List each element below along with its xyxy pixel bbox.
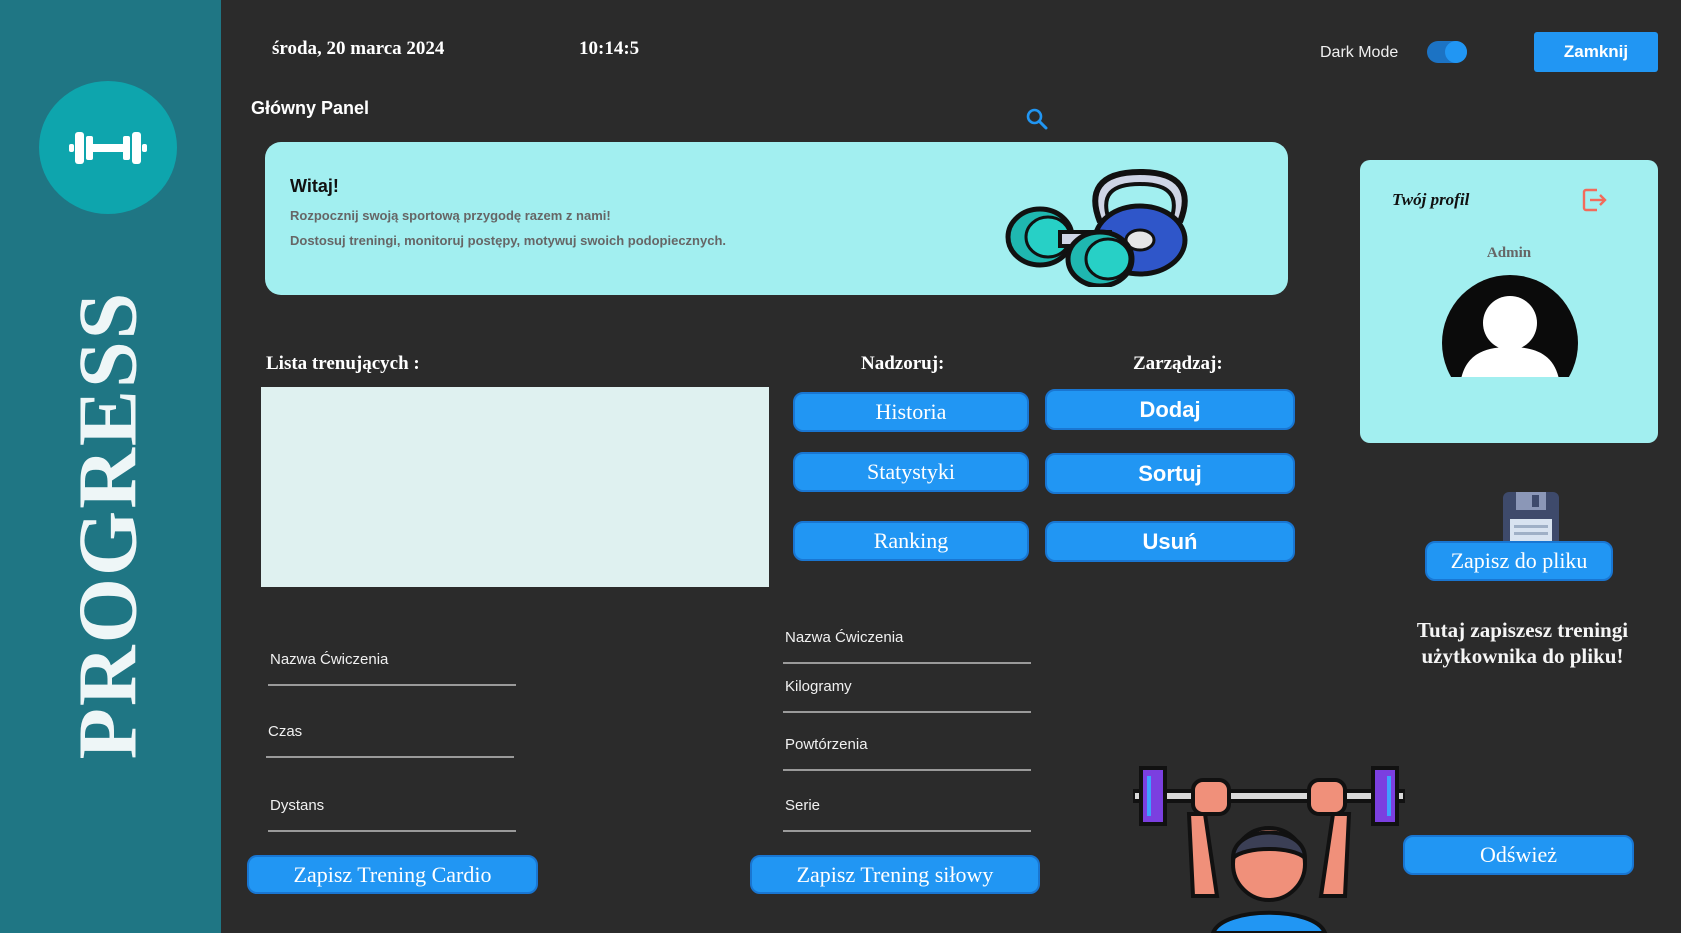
strength-kilograms-field[interactable]: Kilogramy: [783, 657, 1031, 713]
welcome-title: Witaj!: [290, 176, 339, 196]
trainees-list[interactable]: [261, 387, 769, 587]
add-button[interactable]: Dodaj: [1045, 389, 1295, 430]
profile-username: Admin: [1486, 245, 1532, 261]
field-label: Nazwa Ćwiczenia: [785, 629, 904, 646]
supervise-label: Nadzoruj:: [861, 353, 945, 374]
manage-label: Zarządzaj:: [1133, 353, 1223, 374]
trainees-label: Lista trenujących :: [266, 353, 420, 374]
sidebar: PROGRESS: [0, 0, 221, 933]
delete-button[interactable]: Usuń: [1045, 521, 1295, 562]
save-note-line-1: Tutaj zapiszesz treningi: [1416, 618, 1629, 642]
save-strength-button[interactable]: Zapisz Trening siłowy: [750, 855, 1040, 894]
user-avatar-icon: [1442, 275, 1578, 377]
field-label: Dystans: [270, 797, 325, 814]
close-button[interactable]: Zamknij: [1534, 32, 1658, 72]
date-label: środa, 20 marca 2024: [272, 38, 445, 59]
brand-wordmark: PROGRESS: [62, 290, 155, 760]
ranking-button[interactable]: Ranking: [793, 521, 1029, 561]
history-button[interactable]: Historia: [793, 392, 1029, 432]
welcome-line-2: Dostosuj treningi, monitoruj postępy, mo…: [290, 233, 727, 248]
field-label: Kilogramy: [785, 678, 852, 695]
refresh-button[interactable]: Odśwież: [1403, 835, 1634, 875]
field-label: Powtórzenia: [785, 736, 868, 753]
clock-label: 10:14:5: [579, 38, 640, 59]
floppy-disk-icon: [1503, 492, 1559, 546]
toggle-knob: [1445, 41, 1467, 63]
cardio-exercise-name-field[interactable]: Nazwa Ćwiczenia: [268, 630, 516, 686]
page-title: Główny Panel: [251, 98, 370, 118]
field-label: Czas: [268, 723, 303, 740]
dumbbell-icon: [69, 131, 147, 164]
strength-sets-field[interactable]: Serie: [783, 776, 1031, 832]
strength-exercise-name-field[interactable]: Nazwa Ćwiczenia: [783, 608, 1031, 664]
strength-reps-field[interactable]: Powtórzenia: [783, 715, 1031, 771]
save-note-line-2: użytkownika do pliku!: [1421, 644, 1624, 668]
save-note: Tutaj zapiszesz treningi użytkownika do …: [1385, 617, 1660, 669]
search-icon[interactable]: [1025, 107, 1049, 131]
sort-button[interactable]: Sortuj: [1045, 453, 1295, 494]
field-label: Nazwa Ćwiczenia: [270, 651, 389, 668]
dark-mode-toggle[interactable]: [1427, 41, 1467, 63]
logout-icon[interactable]: [1582, 187, 1608, 213]
dark-mode-label: Dark Mode: [1320, 44, 1399, 61]
field-label: Serie: [785, 797, 821, 814]
welcome-line-1: Rozpocznij swoją sportową przygodę razem…: [290, 208, 611, 223]
profile-title: Twój profil: [1392, 190, 1470, 209]
brand-text: PROGRESS: [61, 290, 155, 760]
statistics-button[interactable]: Statystyki: [793, 452, 1029, 492]
cardio-distance-field[interactable]: Dystans: [268, 776, 516, 832]
save-cardio-button[interactable]: Zapisz Trening Cardio: [247, 855, 538, 894]
profile-card: Twój profil Admin: [1360, 160, 1658, 443]
save-to-file-button[interactable]: Zapisz do pliku: [1425, 541, 1613, 581]
logo: [39, 81, 177, 214]
kettlebell-dumbbell-icon: [1005, 168, 1188, 287]
welcome-card: Witaj! Rozpocznij swoją sportową przygod…: [265, 142, 1288, 295]
weightlifter-icon: [1133, 766, 1405, 933]
cardio-time-field[interactable]: Czas: [266, 702, 514, 758]
